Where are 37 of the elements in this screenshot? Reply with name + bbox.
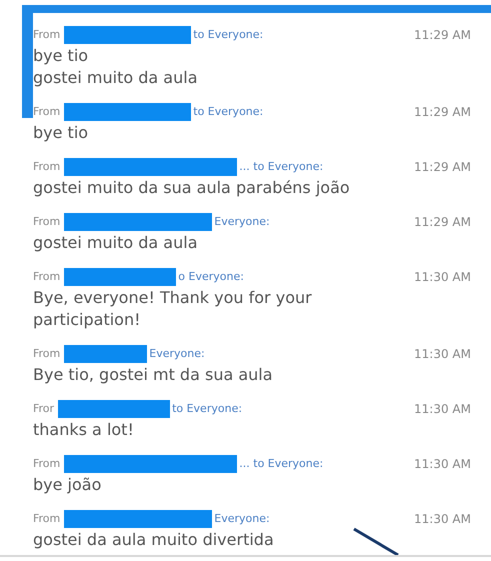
recipient-label: ... to Everyone: [239,158,324,175]
recipient-label: Everyone: [214,510,270,527]
recipient-label: Everyone: [149,346,205,362]
from-label: From [33,26,60,43]
from-label: From [33,510,60,527]
message-text: bye tio [33,122,90,144]
recipient-label: ... to Everyone: [239,456,324,472]
message-time: 11:30 AM [414,346,471,363]
message-text: gostei muito da aula [33,67,198,89]
recipient-label: o Everyone: [178,268,244,285]
recipient-label: to Everyone: [172,400,242,417]
message-text: gostei muito da aula [33,232,198,254]
recipient-label: to Everyone: [193,26,264,43]
message-text: gostei muito da sua aula parabéns joão [33,177,351,199]
message-time: 11:30 AM [414,401,471,418]
message-time: 11:30 AM [414,511,471,528]
message-text: Bye tio, gostei mt da sua aula [33,364,274,386]
from-label: Fror [33,400,54,417]
message-time: 11:29 AM [414,159,471,176]
from-label: From [33,268,60,285]
message-time: 11:29 AM [414,27,471,44]
message-time: 11:30 AM [414,269,471,286]
message-text: bye tio [33,45,90,67]
message-text: bye joão [33,474,102,496]
recipient-label: Everyone: [214,214,270,230]
message-text: Bye, everyone! Thank you for your participation! [33,287,313,331]
message-time: 11:29 AM [414,104,471,121]
from-label: From [33,104,60,120]
message-time: 11:30 AM [414,456,471,473]
from-label: From [33,346,60,362]
recipient-label: to Everyone: [193,104,264,120]
message-text: gostei da aula muito divertida [33,529,275,551]
message-text: thanks a lot! [33,419,135,441]
from-label: From [33,214,60,230]
from-label: From [33,158,60,175]
message-time: 11:29 AM [414,214,471,231]
from-label: From [33,456,60,472]
